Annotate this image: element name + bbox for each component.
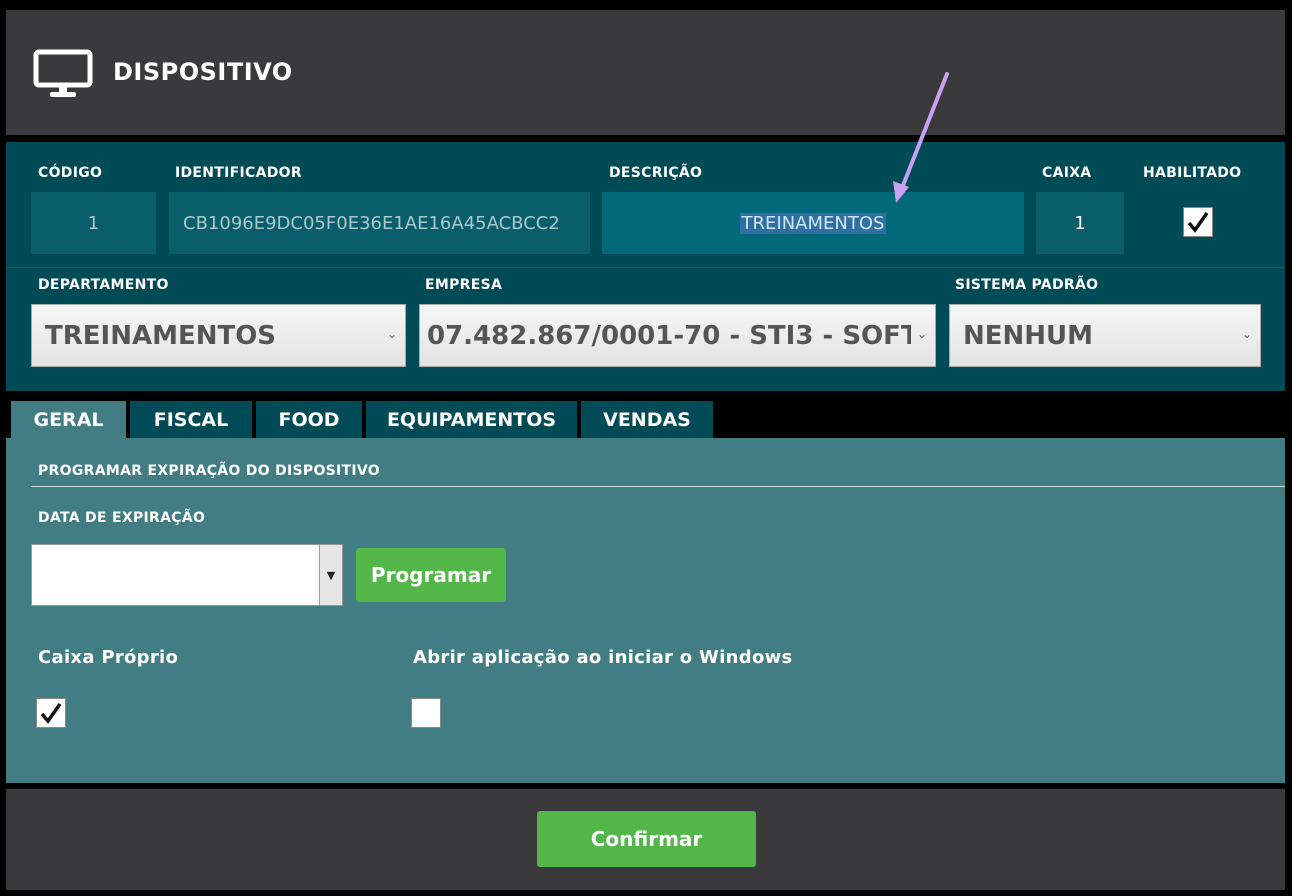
descricao-field[interactable]: TREINAMENTOS (602, 192, 1024, 254)
empresa-value: 07.482.867/0001-70 - STI3 - SOFTWARE (427, 320, 911, 351)
confirmar-button[interactable]: Confirmar (537, 811, 756, 867)
sistema-padrao-select[interactable]: NENHUM ⌄ (949, 304, 1261, 367)
abrir-aplicacao-checkbox[interactable] (411, 698, 441, 728)
tab-vendas[interactable]: VENDAS (581, 401, 713, 438)
monitor-icon (33, 49, 93, 97)
programar-button[interactable]: Programar (356, 548, 506, 602)
row-divider (6, 267, 1285, 268)
page-footer: Confirmar (6, 789, 1285, 890)
tab-fiscal[interactable]: FISCAL (130, 401, 252, 438)
date-dropdown-button[interactable]: ▼ (319, 545, 342, 605)
caixa-label: CAIXA (1042, 165, 1092, 181)
codigo-label: CÓDIGO (38, 165, 103, 181)
departamento-label: DEPARTAMENTO (38, 277, 169, 293)
checkmark-icon (1187, 211, 1209, 233)
chevron-down-icon: ▼ (326, 568, 336, 582)
habilitado-label: HABILITADO (1143, 165, 1242, 181)
tab-geral[interactable]: GERAL (11, 401, 126, 438)
page-title: DISPOSITIVO (113, 58, 293, 86)
tab-equipamentos[interactable]: EQUIPAMENTOS (366, 401, 577, 438)
caixa-field[interactable]: 1 (1036, 192, 1124, 254)
identificador-field[interactable]: CB1096E9DC05F0E36E1AE16A45ACBCC2 (169, 192, 590, 254)
chevron-down-icon: ⌄ (386, 327, 397, 341)
descricao-value-selected: TREINAMENTOS (739, 212, 887, 234)
habilitado-checkbox[interactable] (1183, 207, 1213, 237)
chevron-down-icon: ⌄ (1241, 327, 1252, 341)
caixa-proprio-label: Caixa Próprio (38, 647, 179, 668)
departamento-value: TREINAMENTOS (45, 320, 277, 351)
tab-food[interactable]: FOOD (256, 401, 362, 438)
chevron-down-icon: ⌄ (916, 327, 927, 341)
checkmark-icon (40, 702, 62, 724)
caixa-proprio-checkbox[interactable] (36, 698, 66, 728)
departamento-select[interactable]: TREINAMENTOS ⌄ (31, 304, 406, 367)
data-expiracao-label: DATA DE EXPIRAÇÃO (38, 510, 206, 526)
identificador-label: IDENTIFICADOR (175, 165, 302, 181)
descricao-label: DESCRIÇÃO (609, 165, 703, 181)
page-header: DISPOSITIVO (6, 10, 1285, 135)
data-expiracao-input[interactable]: ▼ (31, 544, 343, 606)
abrir-aplicacao-label: Abrir aplicação ao iniciar o Windows (413, 647, 793, 668)
sistema-padrao-value: NENHUM (963, 320, 1094, 351)
codigo-field[interactable]: 1 (31, 192, 156, 254)
section-divider (31, 486, 1285, 487)
empresa-label: EMPRESA (425, 277, 503, 293)
geral-tab-content: PROGRAMAR EXPIRAÇÃO DO DISPOSITIVO DATA … (6, 438, 1285, 783)
device-panel: CÓDIGO IDENTIFICADOR DESCRIÇÃO CAIXA HAB… (6, 142, 1285, 391)
sistema-padrao-label: SISTEMA PADRÃO (955, 277, 1099, 293)
empresa-select[interactable]: 07.482.867/0001-70 - STI3 - SOFTWARE ⌄ (419, 304, 936, 367)
section-title: PROGRAMAR EXPIRAÇÃO DO DISPOSITIVO (38, 463, 381, 479)
